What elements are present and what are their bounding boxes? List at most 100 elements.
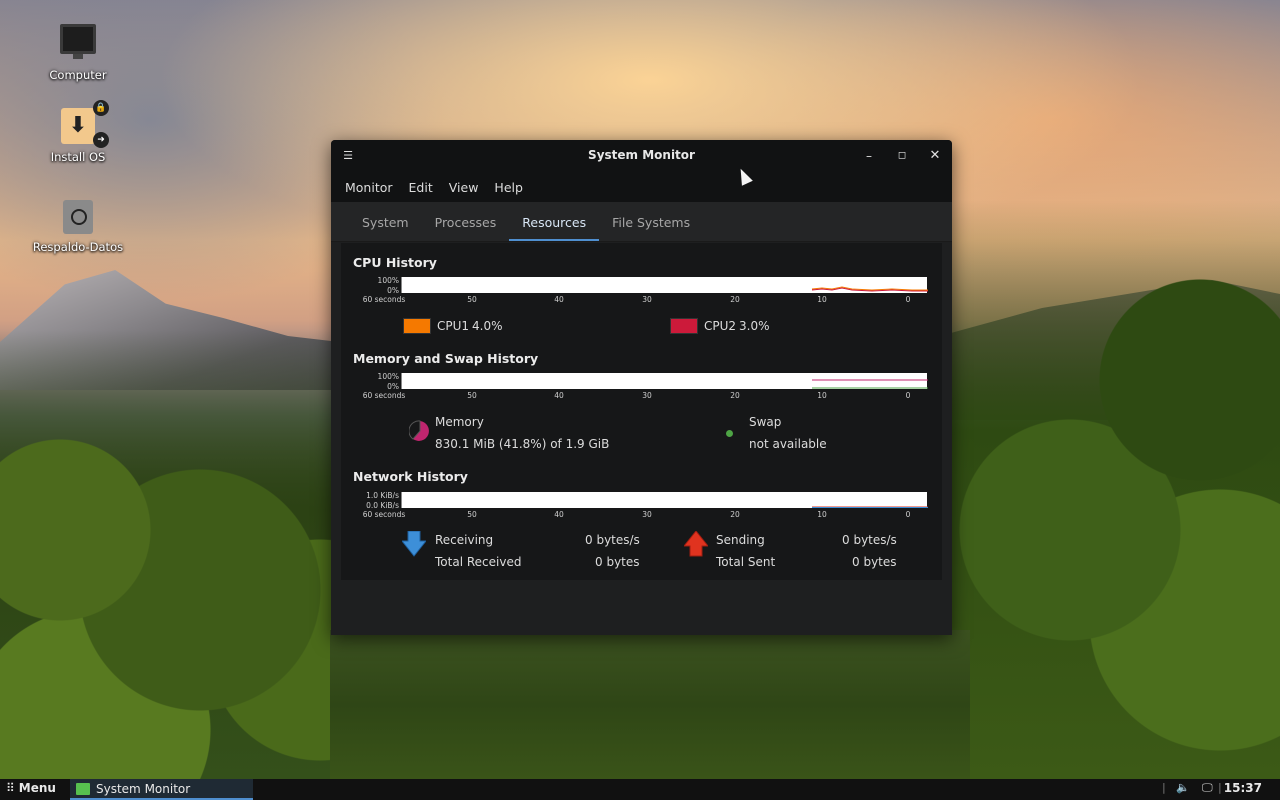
desktop-icon-label: Respaldo-Datos: [32, 240, 124, 254]
cpu1-label: CPU1: [437, 319, 470, 333]
cpu-graph-lines: [811, 286, 928, 292]
cpu1-color-swatch[interactable]: [403, 318, 431, 334]
memory-usage-pie-icon[interactable]: [409, 419, 431, 443]
start-menu-label: Menu: [18, 781, 56, 795]
menu-monitor[interactable]: Monitor: [337, 180, 401, 195]
x-tick-label: 20: [730, 510, 740, 519]
desktop-icon-install-os[interactable]: ⬇ 🔒 ➜ Install OS: [28, 100, 128, 164]
resources-panel: CPU History 100% 0% 60 seconds 50 40 30 …: [341, 243, 942, 580]
x-tick-label: 30: [642, 295, 652, 304]
swap-value: not available: [749, 437, 827, 451]
x-tick-label: 10: [817, 510, 827, 519]
x-tick-label: 30: [642, 391, 652, 400]
x-tick-label: 50: [467, 295, 477, 304]
memory-value: 830.1 MiB (41.8%) of 1.9 GiB: [435, 437, 610, 451]
total-received-label: Total Received: [435, 555, 522, 569]
wallpaper-forest: [950, 200, 1280, 780]
x-tick-label: 40: [554, 295, 564, 304]
window-titlebar[interactable]: ☰ System Monitor – ◻ ✕: [331, 140, 952, 172]
graph-y-max-label: 100%: [377, 372, 399, 381]
graph-y-min-label: 0%: [387, 286, 399, 295]
tab-processes[interactable]: Processes: [422, 211, 510, 241]
x-tick-label: 20: [730, 391, 740, 400]
tab-system[interactable]: System: [349, 211, 422, 241]
x-tick-label: 50: [467, 391, 477, 400]
network-graph-lines: [812, 506, 928, 508]
x-tick-label: 0: [905, 295, 911, 304]
volume-icon[interactable]: 🔈: [1176, 781, 1190, 794]
start-menu-button[interactable]: ⠿ Menu: [6, 781, 56, 795]
cpu1-value: 4.0%: [472, 319, 503, 333]
x-tick-label: 10: [817, 295, 827, 304]
sending-arrow-icon[interactable]: [684, 531, 708, 557]
clock[interactable]: 15:37: [1224, 781, 1262, 795]
cpu-history-title: CPU History: [353, 255, 437, 270]
tab-file-systems[interactable]: File Systems: [599, 211, 703, 241]
receiving-value: 0 bytes/s: [585, 533, 640, 547]
x-tick-label: 10: [817, 391, 827, 400]
x-tick-label: 40: [554, 391, 564, 400]
x-tick-label: 30: [642, 510, 652, 519]
minimize-button[interactable]: –: [859, 146, 879, 166]
wallpaper-forest: [0, 330, 380, 780]
tray-separator: |: [1218, 781, 1222, 794]
memory-history-graph: 100% 0% 60 seconds 50 40 30 20 10 0: [361, 372, 928, 403]
swap-usage-indicator[interactable]: [726, 430, 733, 437]
menubar: Monitor Edit View Help: [331, 172, 952, 202]
memory-graph-canvas: [401, 373, 928, 389]
x-tick-label: 40: [554, 510, 564, 519]
tab-bar: System Processes Resources File Systems: [331, 202, 952, 242]
network-graph-canvas: [401, 492, 928, 508]
receiving-label: Receiving: [435, 533, 494, 547]
maximize-button[interactable]: ◻: [892, 146, 912, 166]
memory-history-title: Memory and Swap History: [353, 351, 539, 366]
desktop-icon-label: Computer: [49, 68, 107, 82]
menu-view[interactable]: View: [441, 180, 487, 195]
network-history-title: Network History: [353, 469, 468, 484]
swap-label: Swap: [749, 415, 782, 429]
graph-y-min-label: 0%: [387, 382, 399, 391]
close-button[interactable]: ✕: [925, 146, 945, 166]
network-icon[interactable]: 🖵: [1202, 781, 1213, 795]
cpu2-color-swatch[interactable]: [670, 318, 698, 334]
wallpaper-valley: [330, 630, 970, 780]
x-tick-label: 20: [730, 295, 740, 304]
desktop-icon-label: Install OS: [50, 150, 106, 164]
taskbar-task-system-monitor[interactable]: System Monitor: [70, 779, 253, 800]
graph-y-max-label: 100%: [377, 276, 399, 285]
sending-label: Sending: [716, 533, 765, 547]
computer-icon: [60, 24, 96, 59]
desktop-icon-computer[interactable]: Computer: [28, 24, 128, 82]
taskbar: ⠿ Menu System Monitor | 🔈 🖵 | 15:37: [0, 779, 1280, 800]
x-axis-start-label: 60 seconds: [362, 391, 406, 400]
menu-edit[interactable]: Edit: [401, 180, 441, 195]
total-received-value: 0 bytes: [595, 555, 640, 569]
download-icon: ⬇ 🔒 ➜: [61, 100, 109, 148]
total-sent-label: Total Sent: [716, 555, 776, 569]
x-axis-start-label: 60 seconds: [362, 295, 406, 304]
graph-y-max-label: 1.0 KiB/s: [366, 491, 399, 500]
cpu2-value: 3.0%: [739, 319, 770, 333]
sending-value: 0 bytes/s: [842, 533, 897, 547]
cpu-graph-canvas: [401, 277, 928, 293]
lock-icon: 🔒: [93, 100, 109, 116]
graph-y-min-label: 0.0 KiB/s: [366, 501, 399, 510]
system-monitor-app-icon: [76, 783, 90, 795]
tray-separator: |: [1162, 781, 1166, 794]
cpu-history-graph: 100% 0% 60 seconds 50 40 30 20 10 0: [361, 276, 928, 307]
cpu2-label: CPU2: [704, 319, 737, 333]
receiving-arrow-icon[interactable]: [402, 531, 426, 557]
tab-resources[interactable]: Resources: [509, 211, 600, 241]
memory-label: Memory: [435, 415, 484, 429]
menu-help[interactable]: Help: [486, 180, 531, 195]
x-tick-label: 0: [905, 391, 911, 400]
x-axis-start-label: 60 seconds: [362, 510, 406, 519]
system-monitor-window: ☰ System Monitor – ◻ ✕ Monitor Edit View…: [331, 140, 952, 635]
x-tick-label: 50: [467, 510, 477, 519]
desktop-icon-respaldo-datos[interactable]: Respaldo-Datos: [28, 200, 128, 254]
network-history-graph: 1.0 KiB/s 0.0 KiB/s 60 seconds 50 40 30 …: [361, 491, 928, 522]
backup-drive-icon: [63, 200, 93, 234]
x-tick-label: 0: [905, 510, 911, 519]
shortcut-arrow-icon: ➜: [93, 132, 109, 148]
grid-icon: ⠿: [6, 781, 15, 795]
